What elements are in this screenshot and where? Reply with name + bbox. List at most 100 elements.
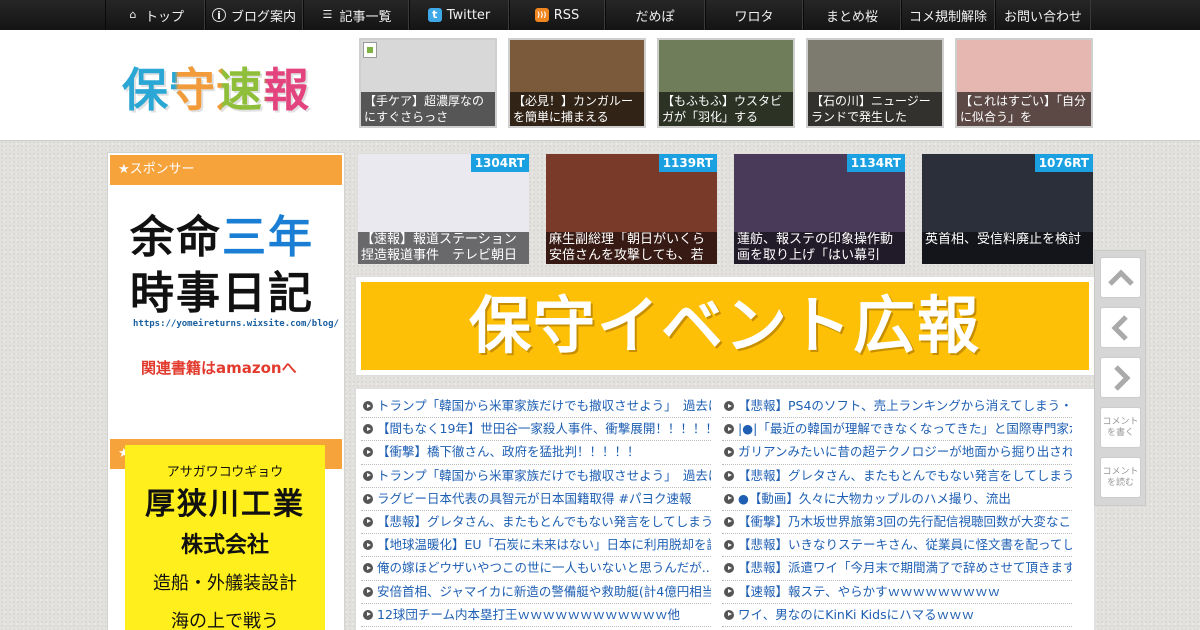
ranking-tile-caption: 蓮舫、報ステの印象操作動画を取り上げ「はい幕引: [734, 232, 905, 264]
comment-write-button[interactable]: コメントを書く: [1100, 407, 1141, 448]
article-link[interactable]: 【間もなく19年】世田谷一家殺人事件、衝撃展開！！！！！: [361, 418, 711, 442]
ranking-tile-caption: 英首相、受信料廃止を検討: [922, 232, 1093, 264]
sponsor-ad-yomei[interactable]: 余命三年 時事日記 https://yomeireturns.wixsite.c…: [108, 185, 344, 403]
nav-item-label: ブログ案内: [230, 9, 296, 25]
article-link[interactable]: 【悲報】いきなりステーキさん、従業員に怪文書を配ってしま: [722, 534, 1072, 558]
ranking-tile-caption: 麻生副総理「朝日がいくら安倍さんを攻撃しても、若: [546, 232, 717, 264]
sidebar: ★スポンサー 余命三年 時事日記 https://yomeireturns.wi…: [107, 152, 345, 630]
article-link[interactable]: 【悲報】派遣ワイ「今月末で期間満了で辞めさせて頂きますね: [722, 557, 1072, 581]
ad2-name: 厚狭川工業: [145, 487, 305, 522]
article-link[interactable]: 【地球温暖化】EU「石炭に未来はない」日本に利用脱却を訴え: [361, 534, 711, 558]
ad2-company: 株式会社: [180, 533, 269, 558]
side-tools: コメントを書く コメントを読む: [1094, 250, 1146, 506]
article-link[interactable]: 【悲報】グレタさん、またもとんでもない発言をしてしまうw: [361, 511, 711, 535]
sponsor-heading: ★スポンサー: [110, 155, 342, 185]
header-thumb[interactable]: 【必見！】カンガルーを簡単に捕まえる: [508, 38, 646, 128]
nav-item-label: コメ規制解除: [908, 9, 987, 25]
header-thumb[interactable]: 【もふもふ】ウスタビガが「羽化」する: [657, 38, 795, 128]
comment-write-label: コメントを書く: [1102, 416, 1139, 438]
antenna-link-list: トランプ「韓国から米軍家族だけでも撤収させよう」 過去に 【間もなく19年】世田谷…: [355, 388, 1095, 630]
article-link[interactable]: トランプ「韓国から米軍家族だけでも撤収させよう」 過去に: [361, 465, 711, 488]
article-link[interactable]: 安倍首相、ジャマイカに新造の警備艇や救助艇(計4億円相当)を: [361, 581, 711, 604]
header-thumb-caption: 【もふもふ】ウスタビガが「羽化」する: [659, 92, 793, 126]
nav-item-7[interactable]: まとめ桜: [803, 0, 901, 30]
rt-count-badge: 1134RT: [846, 154, 905, 172]
ad-title-yomei: 余命: [130, 212, 222, 263]
broken-image-icon: [363, 42, 377, 58]
ranking-tiles: 1304RT 【速報】報道ステーション捏造報道事件 テレビ朝日 1139RT 麻生副総…: [358, 154, 1093, 264]
nav-item-3[interactable]: t Twitter: [409, 0, 509, 30]
article-link[interactable]: 【悲報】グレタさん、またもとんでもない発言をしてしまうw: [722, 465, 1072, 488]
article-link[interactable]: |●|「最近の韓国が理解できなくなってきた」と国際専門家が困: [722, 418, 1072, 442]
site-header: 保守速報 保守速報 【手ケア】超濃厚なのにすぐさらっさ【必見！】カンガルーを簡単…: [0, 30, 1200, 141]
ad-url: https://yomeireturns.wixsite.com/blog/: [133, 319, 339, 329]
nav-item-0[interactable]: ⌂ トップ: [105, 0, 205, 30]
header-thumbnails: 【手ケア】超濃厚なのにすぐさらっさ 【必見！】カンガルーを簡単に捕まえる 【もふもふ…: [359, 38, 1093, 128]
header-thumb-caption: 【石の川】ニュージーランドで発生した: [808, 92, 942, 126]
prev-button[interactable]: [1100, 307, 1141, 348]
article-link[interactable]: ワイ、男なのにKinKi Kidsにハマるｗｗｗ: [722, 604, 1072, 627]
comment-read-button[interactable]: コメントを読む: [1100, 457, 1141, 498]
chevron-left-icon: [1110, 314, 1128, 341]
nav-item-label: まとめ桜: [825, 9, 878, 25]
nav-item-label: トップ: [144, 9, 184, 25]
rt-count-badge: 1304RT: [470, 154, 529, 172]
top-nav: ⌂ トップ i ブログ案内 ☰ 記事一覧 t Twitter ))) RSS だめぽ ワロタ まとめ桜 コ…: [0, 0, 1200, 30]
nav-item-8[interactable]: コメ規制解除: [901, 0, 995, 30]
article-link[interactable]: ガリアンみたいに昔の超テクノロジーが地面から掘り出されて: [722, 441, 1072, 465]
article-link[interactable]: トランプ「韓国から米軍家族だけでも撤収させよう」 過去に: [361, 395, 711, 419]
rss-icon: ))): [534, 8, 549, 22]
article-link[interactable]: 【悲報】PS4のソフト、売上ランキングから消えてしまう・・: [722, 395, 1072, 419]
sponsor-ad-asagawa[interactable]: アサガワコウギョウ 厚狭川工業 株式会社 造船・外艤装設計 海の上で戦う: [125, 445, 325, 630]
ad-amazon-link[interactable]: 関連書籍はamazonへ: [141, 357, 297, 378]
article-link[interactable]: 12球団チーム内本塁打王ｗｗｗｗｗｗｗｗｗｗｗｗ他: [361, 604, 711, 627]
article-link[interactable]: ラグビー日本代表の具智元が日本国籍取得 #パヨク速報: [361, 488, 711, 511]
nav-item-4[interactable]: ))) RSS: [509, 0, 605, 30]
site-logo[interactable]: 保守速報: [122, 54, 310, 120]
article-link[interactable]: 【速報】報ステ、やらかすｗｗｗｗｗｗｗｗｗ: [722, 581, 1072, 604]
header-thumb-caption: 【必見！】カンガルーを簡単に捕まえる: [510, 92, 644, 126]
article-link[interactable]: 【衝撃】橋下徹さん、政府を猛批判！！！！！: [361, 441, 711, 465]
header-thumb-caption: 【手ケア】超濃厚なのにすぐさらっさ: [361, 92, 495, 126]
article-link[interactable]: 【衝撃】乃木坂世界旅第3回の先行配信視聴回数が大変なことに: [722, 511, 1072, 535]
nav-item-6[interactable]: ワロタ: [705, 0, 803, 30]
nav-item-label: 記事一覧: [339, 9, 392, 25]
ranking-tile[interactable]: 1304RT 【速報】報道ステーション捏造報道事件 テレビ朝日: [358, 154, 529, 264]
ad2-service: 造船・外艤装設計: [153, 573, 297, 594]
twitter-icon: t: [427, 8, 442, 22]
rt-count-badge: 1139RT: [658, 154, 717, 172]
link-column-right: 【悲報】PS4のソフト、売上ランキングから消えてしまう・・ |●|「最近の韓国が理…: [722, 395, 1072, 627]
nav-item-1[interactable]: i ブログ案内: [205, 0, 303, 30]
home-icon: ⌂: [129, 8, 137, 21]
link-column-left: トランプ「韓国から米軍家族だけでも撤収させよう」 過去に 【間もなく19年】世田谷…: [361, 395, 711, 627]
scroll-top-button[interactable]: [1100, 257, 1141, 298]
article-link[interactable]: 俺の嫁ほどウザいやつこの世に一人もいないと思うんだが...: [361, 557, 711, 581]
nav-item-9[interactable]: お問い合わせ: [995, 0, 1091, 30]
ad-title-sannen: 三年: [222, 212, 314, 263]
nav-item-2[interactable]: ☰ 記事一覧: [303, 0, 409, 30]
chevron-up-icon: [1107, 268, 1134, 286]
ranking-tile[interactable]: 1076RT 英首相、受信料廃止を検討: [922, 154, 1093, 264]
ranking-tile[interactable]: 1139RT 麻生副総理「朝日がいくら安倍さんを攻撃しても、若: [546, 154, 717, 264]
event-banner-frame: 保守イベント広報: [355, 276, 1095, 376]
article-link[interactable]: ●【動画】久々に大物カップルのハメ撮り、流出: [722, 488, 1072, 511]
header-thumb-caption: 【これはすごい】「自分に似合う」を: [957, 92, 1091, 126]
nav-item-label: だめぽ: [635, 9, 675, 25]
ad-title-line2: 時事日記: [130, 268, 314, 319]
nav-item-label: ワロタ: [734, 9, 774, 25]
chevron-right-icon: [1113, 364, 1131, 391]
rt-count-badge: 1076RT: [1034, 154, 1093, 172]
nav-item-label: Twitter: [446, 7, 491, 23]
list-icon: ☰: [322, 8, 333, 21]
header-thumb[interactable]: 【石の川】ニュージーランドで発生した: [806, 38, 944, 128]
ranking-tile-caption: 【速報】報道ステーション捏造報道事件 テレビ朝日: [358, 232, 529, 264]
header-thumb[interactable]: 【手ケア】超濃厚なのにすぐさらっさ: [359, 38, 497, 128]
event-banner[interactable]: 保守イベント広報: [361, 282, 1089, 370]
ad2-kana: アサガワコウギョウ: [166, 465, 284, 480]
info-icon: i: [211, 8, 226, 22]
next-button[interactable]: [1100, 357, 1141, 398]
ranking-tile[interactable]: 1134RT 蓮舫、報ステの印象操作動画を取り上げ「はい幕引: [734, 154, 905, 264]
top-nav-items: ⌂ トップ i ブログ案内 ☰ 記事一覧 t Twitter ))) RSS だめぽ ワロタ まとめ桜 コ…: [105, 0, 1091, 30]
nav-item-5[interactable]: だめぽ: [605, 0, 705, 30]
header-thumb[interactable]: 【これはすごい】「自分に似合う」を: [955, 38, 1093, 128]
